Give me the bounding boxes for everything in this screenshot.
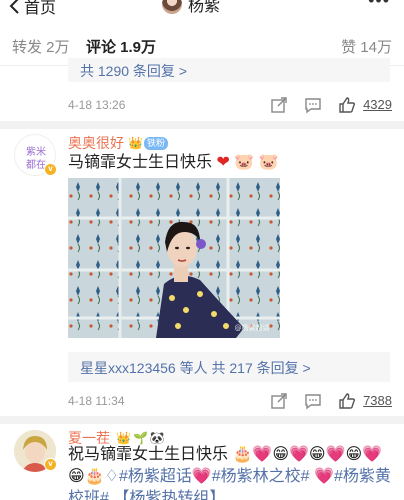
replies-link[interactable]: 星星xxx123456 等人 共 217 条回复 > — [68, 352, 390, 382]
avatar-text-top: 紫米 — [26, 145, 46, 158]
like-count[interactable]: 7388 — [363, 393, 392, 408]
heart-emoji-icon: ❤ — [216, 154, 230, 171]
top-nav-bar: 首页 杨紫 ••• — [0, 0, 404, 20]
verified-badge: v — [44, 163, 57, 176]
heart-emoji-icon: 💗 — [191, 468, 212, 485]
comment-body: 祝马镝霏女士生日快乐 — [68, 446, 229, 463]
photo-watermark: @杨紫超话 — [235, 323, 270, 332]
replies-link[interactable]: 共 1290 条回复 > — [68, 58, 390, 82]
pig-emoji-icon: 🐷 — [234, 154, 255, 171]
hashtag-link[interactable]: 校班# 【杨紫热转组】 — [68, 490, 225, 500]
nav-user[interactable]: 杨紫 — [162, 0, 220, 16]
avatar-text-bottom: 都在 — [26, 159, 46, 171]
plant-badge-icon: 🌱 — [132, 431, 148, 445]
comment-text: 祝马镝霏女士生日快乐 🎂💗😁💗😁💗😁💗 — [68, 444, 398, 466]
comment-text-line3: 校班# 【杨紫热转组】 — [68, 488, 225, 500]
replies-count: 共 217 条回复 > — [211, 360, 311, 376]
fan-crown-icon: 👑 — [128, 136, 143, 150]
back-label: 首页 — [24, 0, 57, 17]
heart-emoji-icon: 💗 — [314, 468, 334, 485]
comment-text-line2: 😁🎂♢#杨紫超话💗#杨紫林之校# 💗#杨紫黄 — [68, 466, 400, 488]
back-button[interactable]: 首页 — [8, 0, 56, 18]
like-icon[interactable] — [338, 392, 356, 410]
comment-photo[interactable]: @杨紫超话 — [68, 178, 280, 338]
diamond-icon: ♢ — [104, 468, 119, 485]
comment-time: 4-18 11:34 — [68, 394, 125, 408]
tab-comment[interactable]: 评论 1.9万 — [86, 36, 156, 57]
comment-text: 马镝霏女士生日快乐 ❤ 🐷 🐷 — [68, 152, 279, 174]
chevron-left-icon — [9, 0, 19, 14]
tab-repost[interactable]: 转发 2万 — [12, 36, 70, 57]
comment-icon[interactable] — [304, 392, 322, 410]
fan-badge: 铁粉 — [143, 136, 168, 150]
comment-meta: 4-18 13:26 4329 — [68, 96, 392, 116]
crown-badge-icon: 👑 — [116, 431, 131, 445]
divider — [0, 416, 404, 424]
heart-emoji-icon: 💗 — [362, 446, 383, 463]
more-options-button[interactable]: ••• — [368, 0, 390, 11]
grin-emoji-icon: 😁 — [272, 446, 289, 463]
nav-avatar — [162, 0, 182, 14]
reply-user[interactable]: 星星xxx123456 — [80, 360, 176, 376]
like-count[interactable]: 4329 — [363, 97, 392, 112]
share-icon[interactable] — [270, 392, 288, 410]
pig-emoji-icon: 🐷 — [258, 154, 279, 171]
hashtag-link[interactable]: #杨紫林之校# — [212, 468, 310, 485]
cake-emoji-icon: 🎂 — [232, 446, 253, 463]
verified-badge: v — [44, 458, 57, 471]
grin-emoji-icon: 😁 — [308, 446, 326, 463]
grin-emoji-icon: 😁 — [345, 446, 363, 463]
comment-username[interactable]: 奥奥很好 👑 铁粉 — [68, 133, 168, 153]
page-title: 杨紫 — [188, 0, 221, 15]
hashtag-link[interactable]: #杨紫黄 — [334, 468, 391, 485]
reply-mid: 等人 — [175, 360, 212, 376]
share-icon[interactable] — [270, 96, 288, 114]
grin-emoji-icon: 😁 — [68, 468, 85, 485]
like-icon[interactable] — [338, 96, 356, 114]
heart-emoji-icon: 💗 — [289, 446, 309, 463]
comment-meta: 4-18 11:34 7388 — [68, 392, 392, 412]
comment-body: 马镝霏女士生日快乐 — [68, 154, 213, 171]
username-text: 奥奥很好 — [68, 135, 124, 151]
heart-emoji-icon: 💗 — [252, 446, 273, 463]
comment-time: 4-18 13:26 — [68, 98, 126, 112]
divider — [0, 121, 404, 129]
comment-icon[interactable] — [304, 96, 322, 114]
replies-count: 共 1290 条回复 > — [80, 63, 187, 79]
cake-emoji-icon: 🎂 — [84, 468, 105, 485]
heart-emoji-icon: 💗 — [325, 446, 346, 463]
tab-like[interactable]: 赞 14万 — [341, 36, 392, 57]
hashtag-link[interactable]: #杨紫超话 — [119, 468, 192, 485]
photo-image: @杨紫超话 — [68, 178, 280, 338]
panda-badge-icon: 🐼 — [149, 431, 165, 445]
